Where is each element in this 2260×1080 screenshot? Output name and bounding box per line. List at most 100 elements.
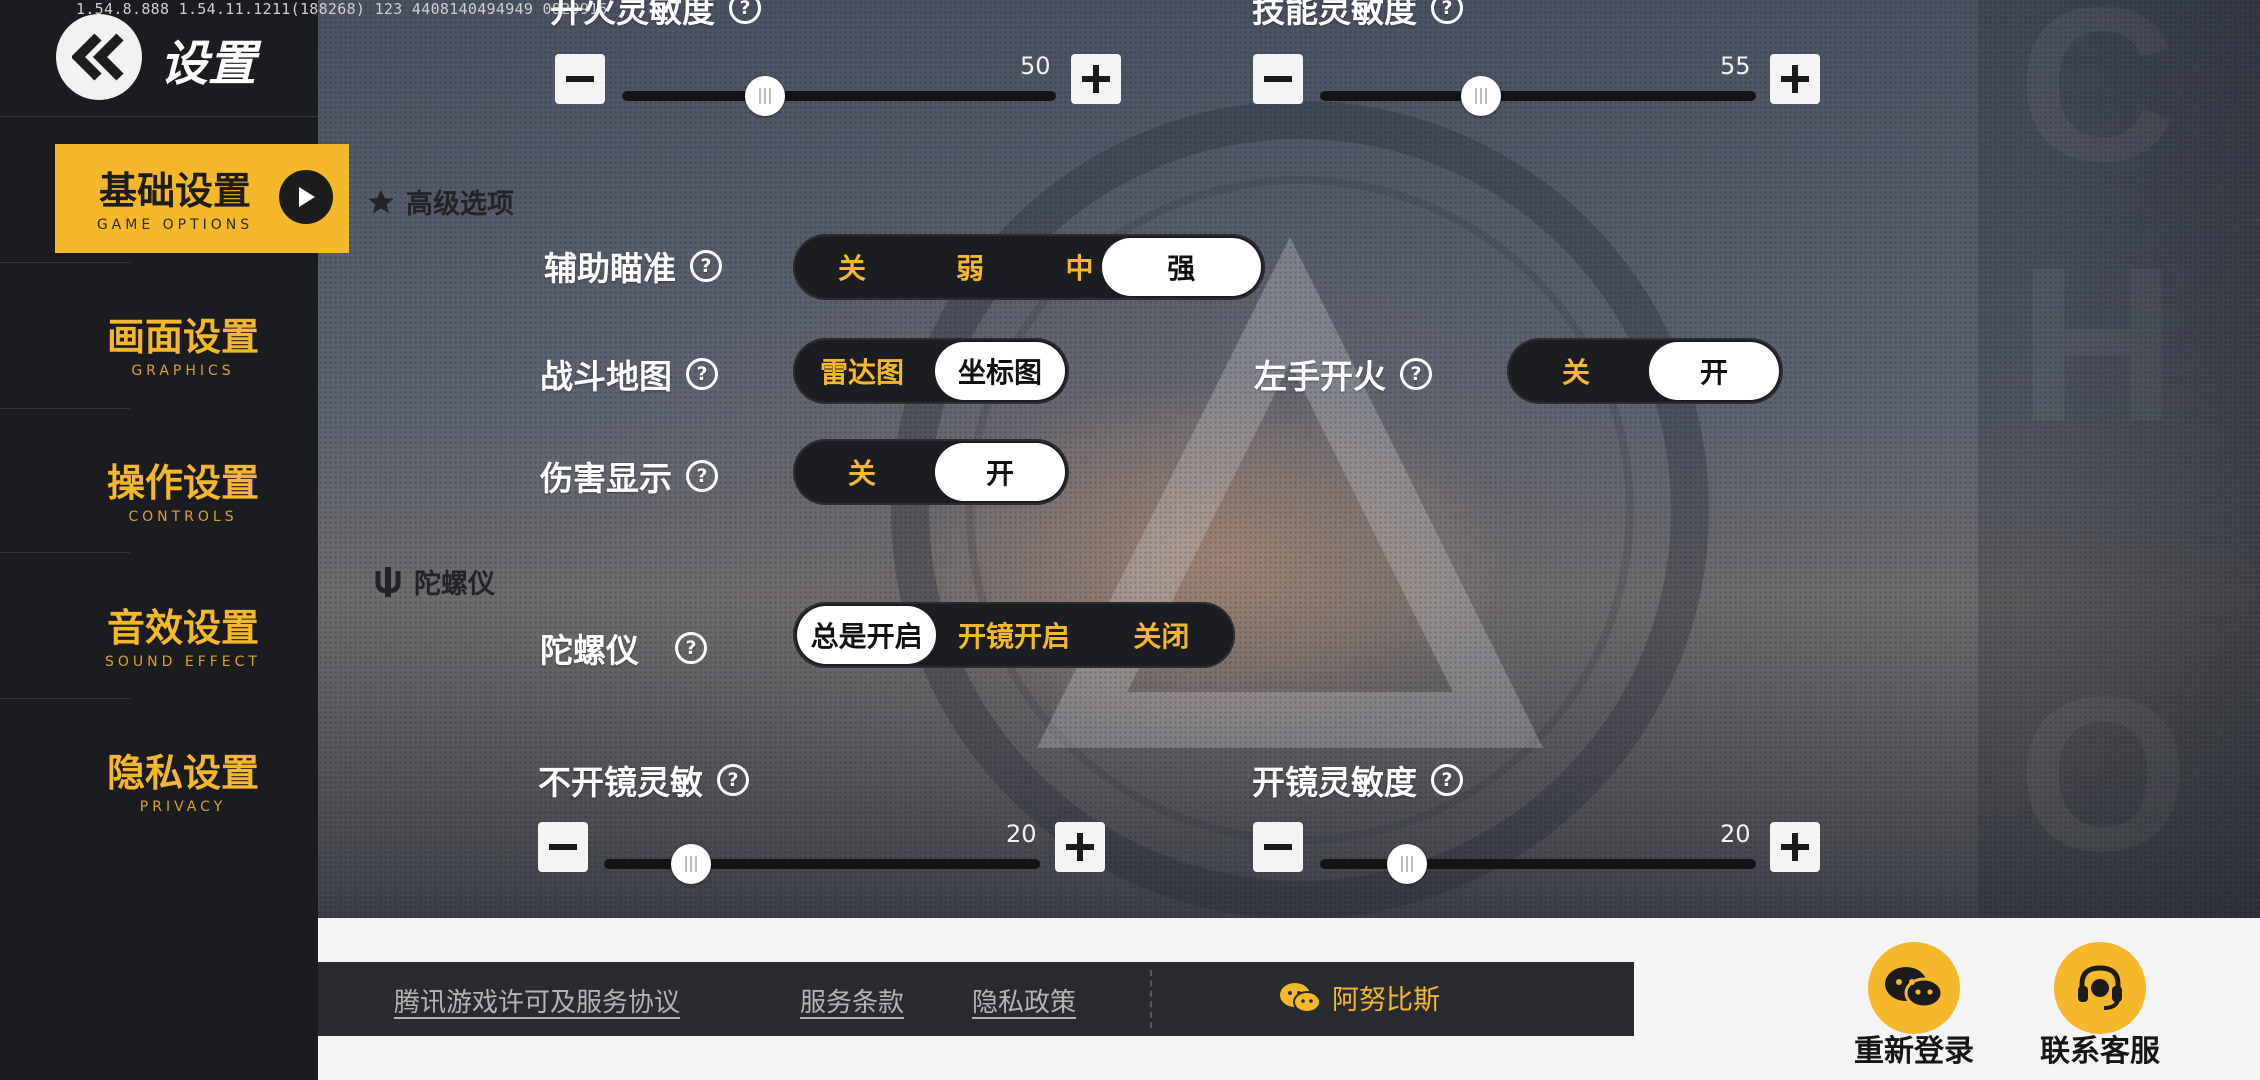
scope-decrease-button[interactable] — [1253, 822, 1303, 872]
battle-map-option-radar[interactable]: 雷达图 — [797, 342, 927, 400]
damage-display-option-on[interactable]: 开 — [935, 443, 1065, 501]
aim-assist-option-medium[interactable]: 中 — [1033, 238, 1093, 296]
skill-slider-track[interactable] — [1320, 91, 1756, 101]
relogin-label: 重新登录 — [1854, 1034, 1974, 1069]
footer: 腾讯游戏许可及服务协议 服务条款 隐私政策 阿努比斯 重新登录 联系客服 — [318, 918, 2260, 1080]
gyro-selector: 总是开启 开镜开启 关闭 — [793, 602, 1235, 668]
privacy-policy-link[interactable]: 隐私政策 — [972, 982, 1076, 1019]
skill-value: 55 — [1720, 52, 1751, 80]
aim-assist-option-weak[interactable]: 弱 — [915, 238, 1025, 296]
divider — [0, 116, 318, 117]
wechat-name: 阿努比斯 — [1332, 985, 1440, 1016]
scope-slider-track[interactable] — [1320, 859, 1756, 869]
aim-assist-option-strong[interactable]: 强 — [1101, 238, 1261, 296]
nav-sublabel: SOUND EFFECT — [105, 654, 261, 670]
battle-map-option-coordinate[interactable]: 坐标图 — [935, 342, 1065, 400]
star-icon — [368, 189, 394, 213]
help-icon[interactable]: ? — [1431, 0, 1463, 24]
fire-sensitivity-label: 开火灵敏度? — [550, 0, 761, 32]
wechat-icon — [1280, 982, 1321, 1013]
svg-text:C: C — [2018, 0, 2177, 207]
scope-increase-button[interactable] — [1770, 822, 1820, 872]
nav-label: 音效设置 — [106, 606, 259, 650]
license-agreement-link[interactable]: 腾讯游戏许可及服务协议 — [394, 982, 680, 1019]
damage-display-selector: 关 开 — [793, 439, 1069, 505]
help-icon[interactable]: ? — [729, 0, 761, 24]
gyro-option-always[interactable]: 总是开启 — [797, 606, 937, 664]
gyro-label: 陀螺仪? — [540, 624, 707, 672]
aim-assist-selector: 关 弱 中 强 — [793, 234, 1265, 300]
section-label-text: 高级选项 — [406, 189, 514, 220]
left-fire-option-on[interactable]: 开 — [1649, 342, 1779, 400]
fire-slider-knob[interactable] — [745, 76, 786, 116]
skill-increase-button[interactable] — [1770, 54, 1820, 104]
left-fire-option-off[interactable]: 关 — [1511, 342, 1641, 400]
build-info: 1.54.8.888 1.54.11.1211(188268) 123 4408… — [76, 0, 608, 18]
nav-item-controls[interactable]: 操作设置 CONTROLS — [55, 436, 349, 544]
chat-bubbles-icon — [1868, 942, 1960, 1034]
noscope-increase-button[interactable] — [1055, 822, 1105, 872]
page-title: 设置 — [160, 36, 257, 92]
aim-assist-option-off[interactable]: 关 — [797, 238, 907, 296]
left-fire-selector: 关 开 — [1507, 338, 1783, 404]
gyro-option-off[interactable]: 关闭 — [1092, 606, 1231, 664]
divider — [1150, 970, 1152, 1028]
nav-label: 基础设置 — [98, 169, 251, 213]
noscope-slider-track[interactable] — [604, 859, 1040, 869]
fire-slider-track[interactable] — [622, 91, 1056, 101]
noscope-sensitivity-label: 不开镜灵敏? — [538, 756, 749, 804]
double-chevron-left-icon — [72, 33, 124, 81]
noscope-decrease-button[interactable] — [538, 822, 588, 872]
footer-links-bar: 腾讯游戏许可及服务协议 服务条款 隐私政策 阿努比斯 — [318, 962, 1634, 1036]
play-icon — [279, 170, 333, 224]
wechat-account[interactable]: 阿努比斯 — [1278, 978, 1440, 1017]
section-label-text: 陀螺仪 — [414, 569, 495, 600]
help-icon[interactable]: ? — [686, 358, 718, 390]
skill-sensitivity-label: 技能灵敏度? — [1252, 0, 1463, 32]
nav-label: 隐私设置 — [106, 751, 259, 795]
help-icon[interactable]: ? — [717, 764, 749, 796]
nav-sublabel: GAME OPTIONS — [96, 217, 254, 233]
help-icon[interactable]: ? — [1431, 764, 1463, 796]
svg-text:H: H — [2018, 221, 2177, 467]
help-icon[interactable]: ? — [686, 460, 718, 492]
noscope-value: 20 — [1006, 820, 1037, 848]
nav-item-game-options[interactable]: 基础设置 GAME OPTIONS — [55, 144, 349, 253]
scope-sensitivity-label: 开镜灵敏度? — [1252, 756, 1463, 804]
help-icon[interactable]: ? — [690, 250, 722, 282]
aim-assist-label: 辅助瞄准? — [544, 242, 722, 290]
terms-of-service-link[interactable]: 服务条款 — [800, 982, 904, 1019]
customer-support-button[interactable]: 联系客服 — [2040, 942, 2160, 1070]
scope-value: 20 — [1720, 820, 1751, 848]
fire-increase-button[interactable] — [1071, 54, 1121, 104]
headset-icon — [2054, 942, 2146, 1034]
skill-decrease-button[interactable] — [1253, 54, 1303, 104]
nav-label: 画面设置 — [106, 315, 259, 359]
damage-display-label: 伤害显示? — [540, 452, 718, 500]
fire-decrease-button[interactable] — [555, 54, 605, 104]
relogin-button[interactable]: 重新登录 — [1854, 942, 1974, 1070]
section-gyro: 陀螺仪 — [372, 562, 495, 601]
noscope-slider-knob[interactable] — [671, 844, 712, 884]
nav-sublabel: PRIVACY — [139, 799, 227, 815]
left-fire-label: 左手开火? — [1254, 350, 1432, 398]
customer-support-label: 联系客服 — [2040, 1034, 2160, 1069]
nav-item-sound-effect[interactable]: 音效设置 SOUND EFFECT — [55, 581, 349, 689]
nav-label: 操作设置 — [106, 461, 259, 505]
fire-value: 50 — [1020, 52, 1051, 80]
nav-item-graphics[interactable]: 画面设置 GRAPHICS — [55, 290, 349, 398]
nav-item-privacy[interactable]: 隐私设置 PRIVACY — [55, 726, 349, 834]
battle-map-label: 战斗地图? — [540, 350, 718, 398]
gyro-option-scope[interactable]: 开镜开启 — [944, 606, 1083, 664]
help-icon[interactable]: ? — [1400, 358, 1432, 390]
svg-text:O: O — [2018, 651, 2189, 897]
scope-slider-knob[interactable] — [1387, 844, 1428, 884]
nav-sublabel: CONTROLS — [128, 509, 238, 525]
back-button[interactable] — [56, 14, 142, 100]
section-advanced: 高级选项 — [366, 182, 514, 221]
nav-sublabel: GRAPHICS — [131, 363, 235, 379]
battle-map-selector: 雷达图 坐标图 — [793, 338, 1069, 404]
help-icon[interactable]: ? — [675, 632, 707, 664]
damage-display-option-off[interactable]: 关 — [797, 443, 927, 501]
gyro-icon — [375, 566, 401, 597]
